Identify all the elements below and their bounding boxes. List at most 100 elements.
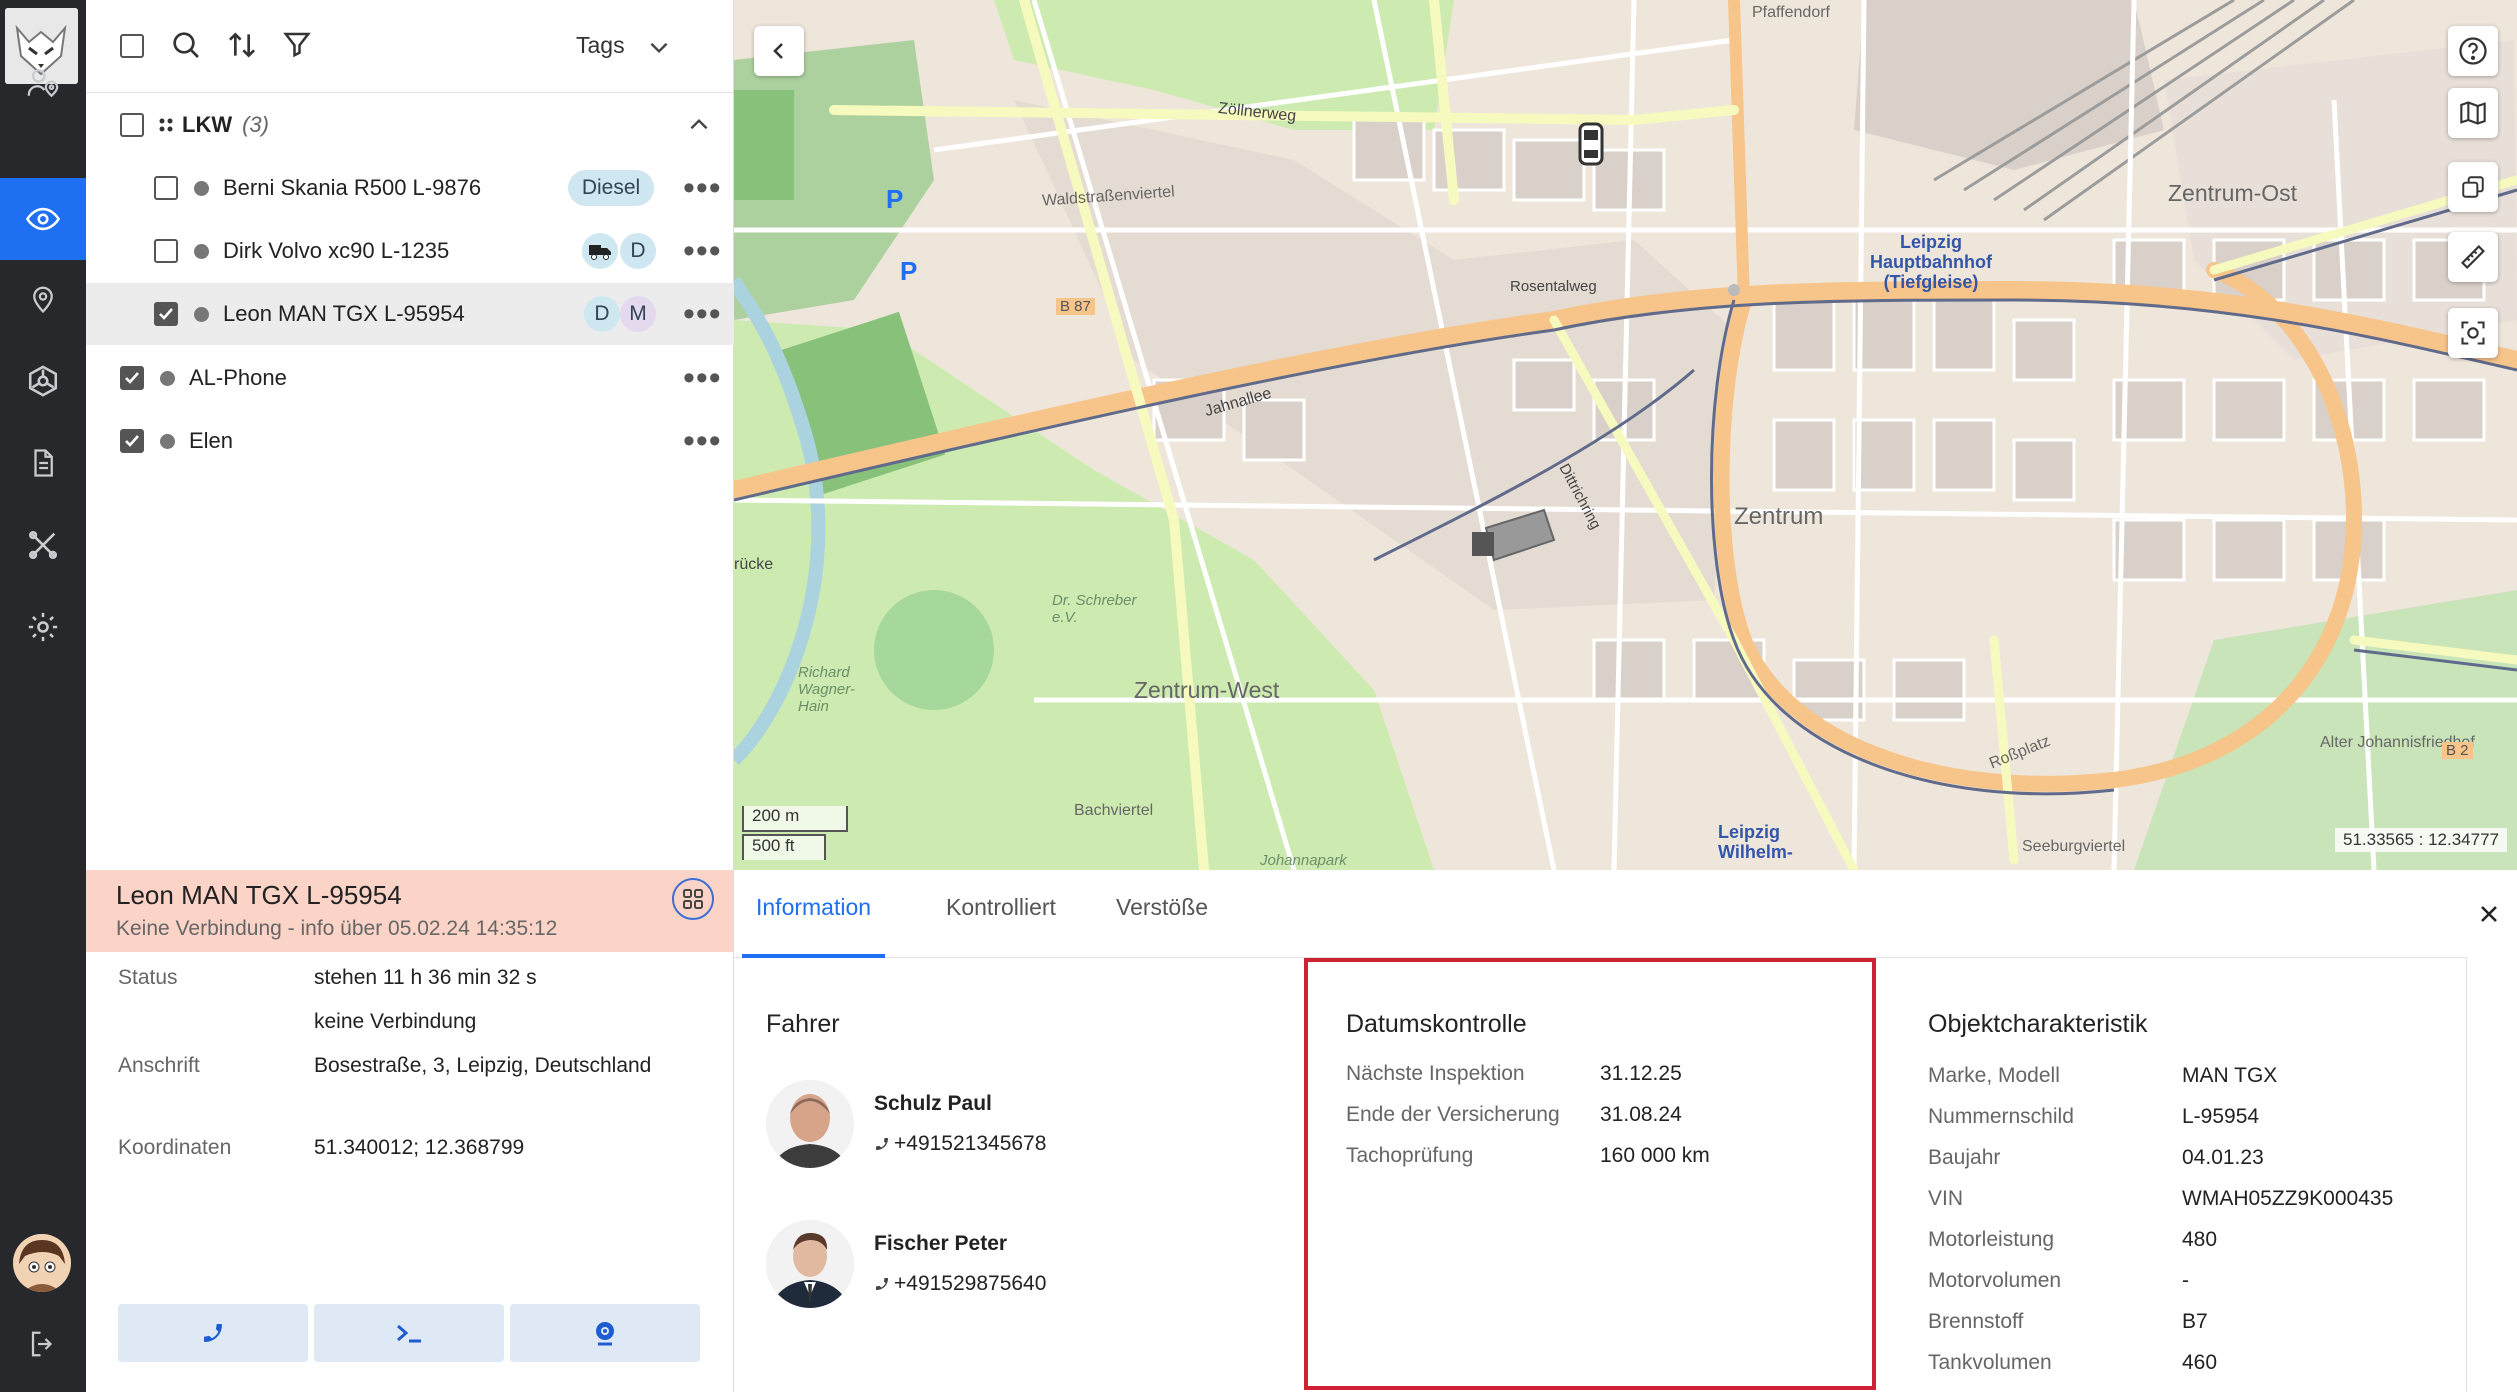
logout-button[interactable] [0,1304,86,1384]
more-options-icon[interactable]: ••• [683,297,721,334]
object-value: MAN TGX [2182,1064,2278,1087]
nav-users-location[interactable] [0,42,86,124]
object-row[interactable]: Elen ••• [86,410,734,472]
sort-button[interactable] [226,29,260,63]
status-label: Status [118,966,178,989]
object-row[interactable]: AL-Phone ••• [86,347,734,409]
driver-photo [766,1080,854,1168]
vehicle-row[interactable]: Dirk Volvo xc90 L-1235 D ••• [86,220,734,282]
driver-card[interactable]: Fischer Peter +491529875640 [766,1220,1166,1320]
copy-button[interactable] [2448,162,2498,212]
more-options-icon[interactable]: ••• [683,234,721,271]
command-button[interactable] [314,1304,504,1362]
more-options-icon[interactable]: ••• [683,424,721,461]
tab-verstoesse[interactable]: Verstöße [1116,894,1208,958]
settings-icon [26,610,60,644]
users-location-icon [26,66,60,100]
vehicle-row[interactable]: Berni Skania R500 L-9876 Diesel ••• [86,157,734,219]
cursor-coordinates: 51.33565 : 12.34777 [2335,828,2507,852]
map-label: Zentrum [1734,503,1824,530]
date-label: Nächste Inspektion [1346,1062,1525,1085]
vehicle-name: Leon MAN TGX L-95954 [223,301,465,326]
driver-card[interactable]: Schulz Paul +491521345678 [766,1080,1166,1180]
help-button[interactable] [2448,26,2498,76]
vehicle-checkbox[interactable] [154,176,178,200]
user-avatar[interactable] [13,1234,71,1292]
nav-settings[interactable] [0,586,86,668]
status-dot [160,433,175,449]
main-navigation [0,0,86,1392]
map-label: Johannapark [1260,852,1347,869]
object-value: WMAH05ZZ9K000435 [2182,1187,2394,1210]
tab-information[interactable]: Information [742,894,886,958]
call-button[interactable] [118,1304,308,1362]
search-button[interactable] [170,29,204,63]
group-row-lkw[interactable]: LKW (3) [86,94,734,156]
nav-places[interactable] [0,258,86,340]
vehicle-checkbox[interactable] [154,239,178,263]
more-options-icon[interactable]: ••• [683,361,721,398]
driver-photo [766,1220,854,1308]
more-options-icon[interactable]: ••• [683,171,721,208]
measure-button[interactable] [2448,232,2498,282]
vehicle-marker[interactable] [1578,122,1604,166]
tab-kontrolliert[interactable]: Kontrolliert [946,894,1056,958]
logout-icon [28,1329,58,1359]
tags-dropdown[interactable]: Tags [576,32,625,59]
select-all-checkbox[interactable] [120,34,144,58]
webcam-icon [593,1320,617,1346]
date-value: 31.08.24 [1600,1103,1682,1126]
object-value: B7 [2182,1310,2208,1333]
group-name: LKW [182,112,233,137]
object-label: Motorvolumen [1928,1269,2062,1292]
chevron-down-icon[interactable] [646,34,672,60]
search-icon [170,29,204,61]
collapse-map-button[interactable] [754,26,804,76]
nav-monitoring[interactable] [0,178,86,260]
object-characteristics-section: Objektcharakteristik Marke, Modell MAN TG… [1874,958,2467,1392]
group-icon [158,117,174,133]
focus-button[interactable] [2448,308,2498,358]
driver-badge: D [620,233,656,269]
vehicle-name: Berni Skania R500 L-9876 [223,175,482,200]
object-checkbox-checked[interactable] [120,366,144,390]
group-checkbox[interactable] [120,113,144,137]
object-label: Nummernschild [1928,1105,2074,1128]
status-dot [194,180,209,196]
object-checkbox-checked[interactable] [120,429,144,453]
nav-reports[interactable] [0,422,86,504]
filter-button[interactable] [282,29,316,63]
driver-phone[interactable]: +491529875640 [874,1272,1046,1296]
grid-icon [682,888,704,910]
camera-button[interactable] [510,1304,700,1362]
vehicle-row-selected[interactable]: Leon MAN TGX L-95954 D M ••• [86,283,734,345]
map-canvas: P P [734,0,2517,870]
close-panel-button[interactable] [2477,902,2501,926]
map-layers-button[interactable] [2448,88,2498,138]
object-label: Tankvolumen [1928,1351,2052,1374]
information-panel: Information Kontrolliert Verstöße Fahrer… [734,870,2517,1392]
widgets-button[interactable] [672,878,714,920]
map-view[interactable]: P P Zentrum Zentrum-Ost Zentrum-West Lei… [734,0,2517,870]
object-name: Elen [189,428,234,453]
svg-text:P: P [886,184,903,214]
date-control-section: Datumskontrolle Nächste Inspektion 31.12.… [1304,958,1876,1392]
map-label: Seeburgviertel [2022,838,2126,855]
object-label: Brennstoff [1928,1310,2024,1333]
vehicle-checkbox-checked[interactable] [154,302,178,326]
help-icon [2458,36,2488,66]
coordinates-value: 51.340012; 12.368799 [314,1136,525,1159]
address-value: Bosestraße, 3, Leipzig, Deutschland [314,1054,652,1077]
map-icon [2459,99,2487,127]
detail-title: Leon MAN TGX L-95954 [116,880,402,910]
object-detail-panel: Leon MAN TGX L-95954 Keine Verbindung - … [86,870,734,1392]
nav-tools[interactable] [0,504,86,586]
fuel-badge: Diesel [568,170,654,206]
focus-icon [2459,319,2487,347]
date-label: Tachoprüfung [1346,1144,1474,1167]
driver-phone[interactable]: +491521345678 [874,1132,1046,1156]
nav-geozones[interactable] [0,340,86,422]
drivers-section: Fahrer Schulz Paul +491521345678 Fischer… [734,958,1304,1392]
status-dot [194,243,209,259]
chevron-up-icon[interactable] [686,112,712,138]
